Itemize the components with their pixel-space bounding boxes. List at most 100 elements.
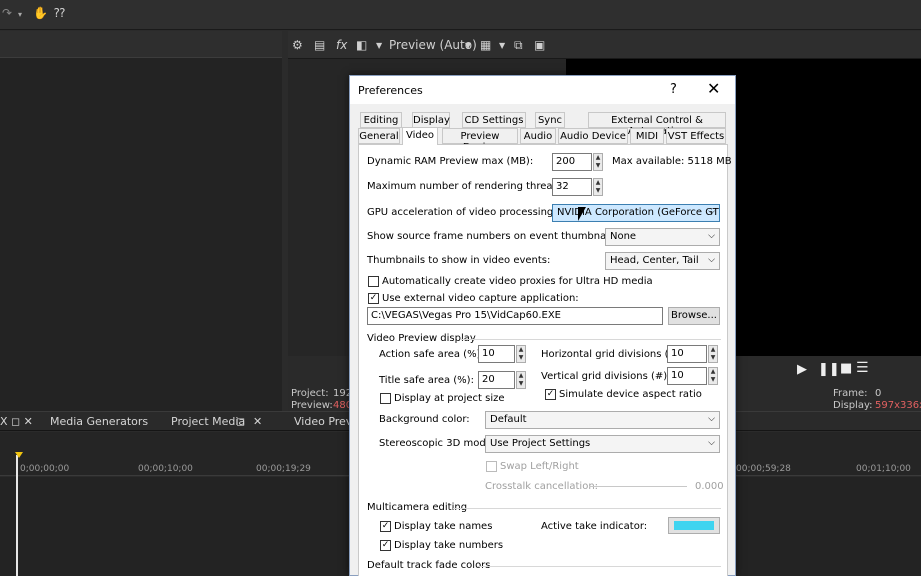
- frame-numbers-select[interactable]: None ⌵: [605, 228, 720, 246]
- project-media-panel: [0, 31, 282, 411]
- hand-tool-icon[interactable]: ✋: [33, 6, 48, 20]
- frame-label: Frame:: [833, 388, 868, 399]
- save-snapshot-icon[interactable]: ▣: [534, 38, 545, 52]
- tab-preview-device[interactable]: Preview Device: [442, 128, 518, 153]
- panel-header: [0, 31, 282, 58]
- chevron-down-icon: ⌵: [708, 414, 715, 424]
- gear-icon[interactable]: ⚙: [292, 38, 303, 52]
- simulate-aspect-checkbox[interactable]: ✓: [545, 389, 556, 400]
- crosstalk-value: 0.000: [695, 481, 724, 492]
- tab-midi[interactable]: MIDI: [630, 128, 664, 144]
- preview-quality-dropdown[interactable]: Preview (Auto): [389, 38, 477, 52]
- chevron-down-icon: ⌵: [708, 231, 715, 241]
- overlays-dropdown-icon[interactable]: ▼: [499, 41, 505, 50]
- dialog-title: Preferences: [358, 84, 423, 97]
- vgrid-input[interactable]: 10: [667, 367, 707, 385]
- stereo-value: Use Project Settings: [490, 438, 591, 449]
- redo-dropdown-icon[interactable]: ▾: [18, 10, 22, 19]
- project-size-checkbox[interactable]: [380, 393, 391, 404]
- video-preview-group-label: Video Preview display: [367, 333, 476, 344]
- ram-preview-label: Dynamic RAM Preview max (MB):: [367, 156, 534, 167]
- ram-preview-input[interactable]: 200: [552, 153, 592, 171]
- tab-media-generators[interactable]: Media Generators: [50, 415, 148, 428]
- tab-editing[interactable]: Editing: [360, 112, 402, 128]
- take-names-checkbox[interactable]: ✓: [380, 521, 391, 532]
- title-safe-spinner[interactable]: ▲ ▼: [516, 371, 526, 389]
- capture-path-input[interactable]: C:\VEGAS\Vegas Pro 15\VidCap60.EXE: [367, 307, 663, 325]
- external-capture-checkbox[interactable]: ✓: [368, 293, 379, 304]
- simulate-aspect-label: Simulate device aspect ratio: [559, 389, 702, 400]
- whats-this-help-icon[interactable]: ⁇: [54, 6, 65, 20]
- pause-icon[interactable]: ❚❚: [818, 362, 840, 377]
- tab-project-media[interactable]: Project Media: [171, 415, 245, 428]
- action-safe-label: Action safe area (%):: [379, 349, 484, 360]
- tab-close-icon[interactable]: X ◻ ✕: [0, 415, 33, 428]
- menu-icon[interactable]: ☰: [856, 360, 869, 376]
- stereo-select[interactable]: Use Project Settings ⌵: [485, 435, 720, 453]
- maximize-icon[interactable]: ◻: [236, 415, 245, 428]
- play-icon[interactable]: ▶: [797, 362, 807, 377]
- title-safe-input[interactable]: 20: [478, 371, 515, 389]
- ram-spinner[interactable]: ▲ ▼: [593, 153, 603, 171]
- stop-icon[interactable]: ■: [840, 361, 852, 376]
- frame-value: 0: [875, 388, 882, 399]
- help-button[interactable]: ?: [670, 82, 677, 97]
- take-numbers-checkbox[interactable]: ✓: [380, 540, 391, 551]
- overlays-icon[interactable]: ▦: [480, 38, 491, 52]
- hgrid-spinner[interactable]: ▲ ▼: [708, 345, 718, 363]
- proxies-label: Automatically create video proxies for U…: [382, 276, 653, 287]
- project-label: Project:: [291, 388, 329, 399]
- fx-icon[interactable]: fx: [336, 38, 347, 52]
- playhead-marker-icon[interactable]: [15, 452, 23, 458]
- threads-input[interactable]: 32: [552, 178, 592, 196]
- action-safe-input[interactable]: 10: [478, 345, 515, 363]
- ruler-label: 0;00;00;00: [20, 464, 70, 474]
- bg-color-select[interactable]: Default ⌵: [485, 411, 720, 429]
- display-value: 597x336x3: [875, 400, 921, 411]
- tab-sync[interactable]: Sync: [535, 112, 565, 128]
- active-take-label: Active take indicator:: [541, 521, 648, 532]
- playhead-cursor[interactable]: [16, 455, 18, 576]
- preview-quality-arrow-icon[interactable]: ▼: [465, 41, 471, 50]
- tab-audio-device[interactable]: Audio Device: [558, 128, 628, 144]
- main-toolbar: ↷ ▾ ✋ ⁇: [0, 0, 921, 30]
- threads-spinner[interactable]: ▲ ▼: [593, 178, 603, 196]
- external-capture-label: Use external video capture application:: [382, 293, 579, 304]
- project-size-label: Display at project size: [394, 393, 505, 404]
- gpu-label: GPU acceleration of video processing:: [367, 207, 557, 218]
- action-safe-spinner[interactable]: ▲ ▼: [516, 345, 526, 363]
- frame-numbers-label: Show source frame numbers on event thumb…: [367, 231, 635, 242]
- bg-color-label: Background color:: [379, 414, 470, 425]
- crosstalk-label: Crosstalk cancellation:: [485, 481, 599, 492]
- dialog-close-button[interactable]: ✕: [707, 79, 720, 98]
- swap-lr-checkbox[interactable]: [486, 461, 497, 472]
- vgrid-spinner[interactable]: ▲ ▼: [708, 367, 718, 385]
- proxies-checkbox[interactable]: [368, 276, 379, 287]
- title-safe-label: Title safe area (%):: [379, 375, 474, 386]
- tab-audio[interactable]: Audio: [520, 128, 556, 144]
- hgrid-input[interactable]: 10: [667, 345, 707, 363]
- browse-button[interactable]: Browse...: [668, 307, 720, 325]
- tab-video[interactable]: Video: [402, 127, 438, 145]
- crosstalk-slider[interactable]: [589, 486, 687, 487]
- copy-snapshot-icon[interactable]: ⧉: [514, 38, 523, 53]
- tab-general[interactable]: General: [358, 128, 400, 144]
- split-screen-icon[interactable]: ◧: [356, 38, 367, 52]
- tab-display[interactable]: Display: [412, 112, 450, 128]
- thumbnails-select[interactable]: Head, Center, Tail ⌵: [605, 252, 720, 270]
- swap-lr-label: Swap Left/Right: [500, 461, 579, 472]
- ruler-label: 00;01;10;00: [856, 464, 911, 474]
- thumbnails-label: Thumbnails to show in video events:: [367, 255, 551, 266]
- take-names-label: Display take names: [394, 521, 493, 532]
- split-dropdown-icon[interactable]: ▼: [376, 41, 382, 50]
- ruler-label: 00;00;59;28: [736, 464, 791, 474]
- ruler-label: 00;00;10;00: [138, 464, 193, 474]
- tab-cd-settings[interactable]: CD Settings: [462, 112, 526, 128]
- project-properties-icon[interactable]: ▤: [314, 38, 325, 52]
- active-take-color-button[interactable]: [668, 517, 720, 534]
- vgrid-label: Vertical grid divisions (#):: [541, 371, 671, 382]
- tab-vst-effects[interactable]: VST Effects: [666, 128, 726, 144]
- tab-external-control[interactable]: External Control & Automation: [588, 112, 726, 137]
- close-icon[interactable]: ✕: [253, 415, 262, 428]
- redo-icon[interactable]: ↷: [2, 6, 12, 20]
